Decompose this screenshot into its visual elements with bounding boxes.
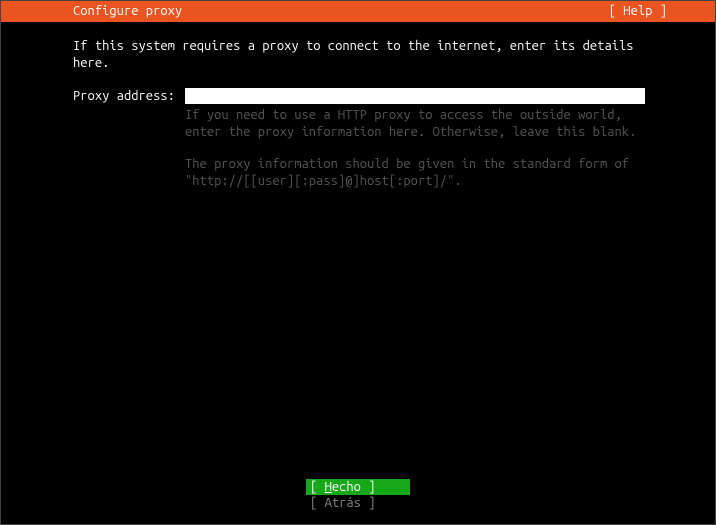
- done-button[interactable]: [ Hecho ]: [306, 479, 410, 495]
- proxy-label: Proxy address:: [73, 88, 185, 105]
- back-button[interactable]: [ Atrás ]: [306, 495, 410, 511]
- main-content: If this system requires a proxy to conne…: [1, 22, 715, 206]
- intro-text: If this system requires a proxy to conne…: [73, 38, 653, 72]
- help-button[interactable]: [ Help ]: [609, 3, 715, 20]
- help-line-1: If you need to use a HTTP proxy to acces…: [185, 107, 645, 141]
- proxy-address-input[interactable]: [185, 88, 645, 104]
- button-bar: [ Hecho ] [ Atrás ]: [0, 479, 716, 511]
- help-line-2: The proxy information should be given in…: [185, 156, 645, 190]
- proxy-row: Proxy address: If you need to use a HTTP…: [73, 88, 715, 206]
- done-hotkey: H: [325, 480, 332, 494]
- page-title: Configure proxy: [1, 3, 182, 20]
- header-bar: Configure proxy [ Help ]: [1, 1, 715, 22]
- proxy-field-column: If you need to use a HTTP proxy to acces…: [185, 88, 645, 206]
- proxy-help-text: If you need to use a HTTP proxy to acces…: [185, 107, 645, 191]
